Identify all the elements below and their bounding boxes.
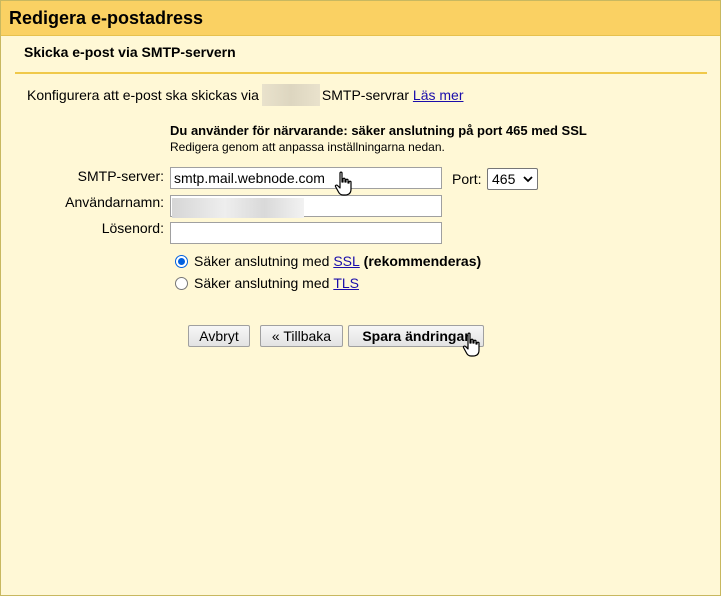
- dialog-title: Redigera e-postadress: [9, 8, 204, 28]
- port-select[interactable]: 465: [487, 168, 538, 190]
- tls-radio[interactable]: [175, 276, 188, 290]
- smtp-server-label: SMTP-server:: [77, 168, 164, 184]
- chevron-down-icon: [523, 176, 533, 183]
- edit-email-dialog: Redigera e-postadress Skicka e-post via …: [0, 0, 721, 596]
- dialog-subtitle: Skicka e-post via SMTP-servern: [24, 44, 236, 60]
- redacted-domain: [261, 84, 320, 106]
- ssl-recommended: (rekommenderas): [363, 253, 482, 269]
- cancel-button[interactable]: Avbryt: [188, 325, 250, 347]
- blurred-username: [172, 198, 304, 218]
- password-input[interactable]: [170, 222, 442, 244]
- ssl-link[interactable]: SSL: [333, 253, 359, 269]
- hand-pointer-icon: [334, 171, 352, 196]
- ssl-prefix: Säker anslutning med: [194, 253, 330, 269]
- username-label: Användarnamn:: [65, 194, 164, 210]
- edit-hint: Redigera genom att anpassa inställningar…: [170, 140, 445, 154]
- ssl-radio[interactable]: [175, 254, 188, 268]
- current-connection-status: Du använder för närvarande: säker anslut…: [170, 123, 587, 138]
- port-value: 465: [492, 171, 516, 187]
- tls-prefix: Säker anslutning med: [194, 275, 330, 291]
- smtp-server-input[interactable]: [170, 167, 442, 189]
- tls-option[interactable]: Säker anslutning med TLS: [175, 275, 359, 291]
- port-label: Port:: [452, 171, 482, 187]
- password-label: Lösenord:: [101, 220, 164, 236]
- info-text: Konfigurera att e-post ska skickas via S…: [27, 84, 463, 106]
- dialog-title-bar: Redigera e-postadress: [1, 1, 720, 36]
- section-divider: [15, 72, 707, 74]
- back-button[interactable]: « Tillbaka: [260, 325, 343, 347]
- tls-link[interactable]: TLS: [333, 275, 359, 291]
- ssl-option[interactable]: Säker anslutning med SSL (rekommenderas): [175, 253, 481, 269]
- hand-pointer-icon: [462, 332, 480, 357]
- learn-more-link[interactable]: Läs mer: [413, 87, 464, 103]
- info-suffix: SMTP-servrar: [321, 87, 410, 103]
- info-prefix: Konfigurera att e-post ska skickas via: [27, 87, 259, 103]
